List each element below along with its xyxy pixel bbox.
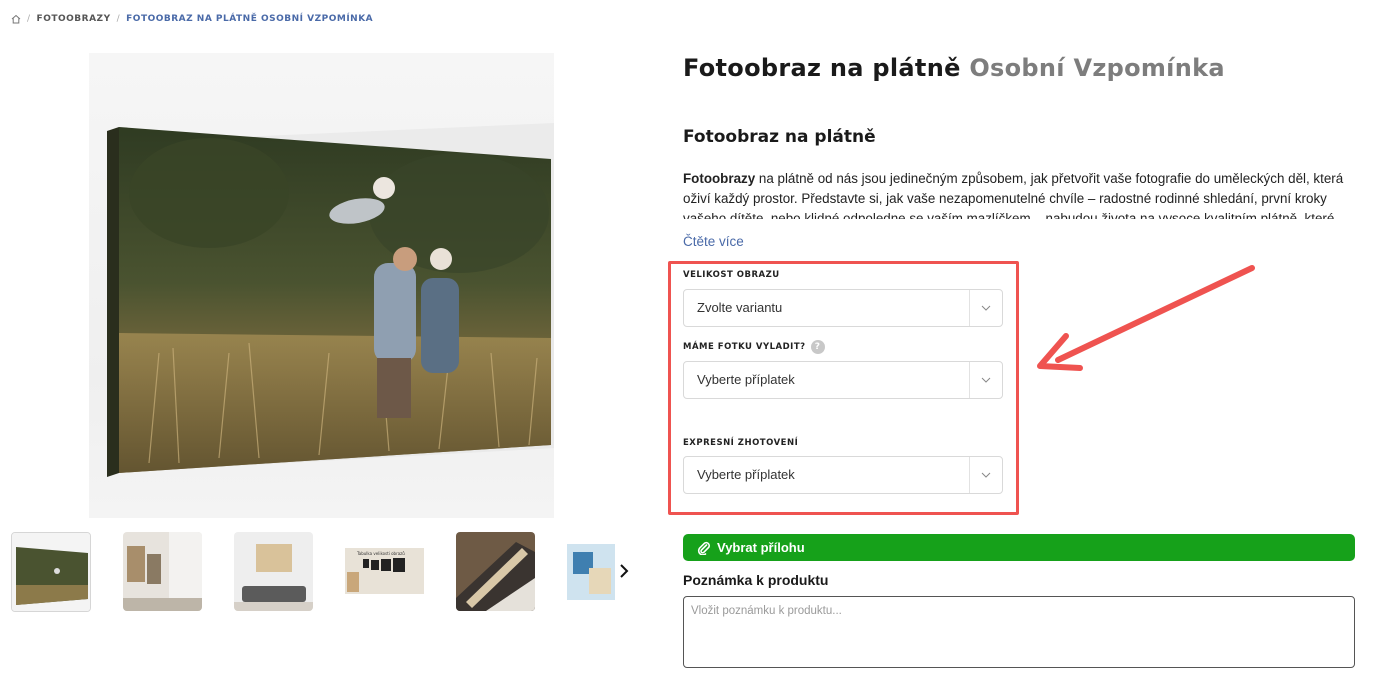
product-main-image[interactable]: [89, 53, 554, 518]
description-text: na plátně od nás jsou jedinečným způsobe…: [683, 171, 1344, 219]
product-title: Fotoobraz na plátně Osobní Vzpomínka: [683, 54, 1225, 82]
thumbnail-image: [12, 533, 90, 611]
canvas-photo-illustration: [107, 123, 554, 477]
thumbnail-4[interactable]: Tabulka velikosti obrazů: [345, 532, 424, 611]
thumbnail-6[interactable]: [567, 532, 615, 611]
breadcrumb-item-fotoobrazy[interactable]: FOTOOBRAZY: [37, 14, 111, 24]
thumbnail-3[interactable]: [234, 532, 313, 611]
thumbnail-image: [567, 532, 615, 611]
thumbnail-image: [123, 532, 202, 611]
attach-file-label: Vybrat přílohu: [717, 540, 805, 555]
product-title-main: Fotoobraz na plátně: [683, 54, 961, 82]
thumbnail-image: [456, 532, 535, 611]
chevron-right-icon: [620, 564, 629, 578]
thumbnail-image: [234, 532, 313, 611]
breadcrumb: / FOTOOBRAZY / FOTOOBRAZ NA PLÁTNĚ OSOBN…: [11, 14, 373, 24]
product-title-sub: Osobní Vzpomínka: [969, 54, 1225, 82]
breadcrumb-item-current[interactable]: FOTOOBRAZ NA PLÁTNĚ OSOBNÍ VZPOMÍNKA: [126, 14, 373, 24]
description-heading: Fotoobraz na plátně: [683, 127, 876, 147]
paperclip-icon: [697, 541, 710, 555]
thumbnail-5[interactable]: [456, 532, 535, 611]
thumbnail-image: Tabulka velikosti obrazů: [345, 532, 424, 611]
thumbnail-strip: Tabulka velikosti obrazů: [11, 532, 615, 612]
options-highlight-box: [668, 261, 1019, 515]
thumbnail-1[interactable]: [11, 532, 91, 612]
home-icon[interactable]: [11, 14, 21, 24]
thumbnail-next-button[interactable]: [615, 558, 633, 584]
thumbnail-caption: Tabulka velikosti obrazů: [356, 551, 405, 556]
breadcrumb-separator: /: [27, 14, 31, 24]
note-label: Poznámka k produktu: [683, 572, 829, 588]
read-more-link[interactable]: Čtěte více: [683, 234, 744, 249]
description-lead: Fotoobrazy: [683, 171, 756, 186]
thumbnail-2[interactable]: [123, 532, 202, 611]
attach-file-button[interactable]: Vybrat přílohu: [683, 534, 1355, 561]
annotation-arrow-icon: [1037, 265, 1255, 371]
product-description: Fotoobrazy na plátně od nás jsou jedineč…: [683, 169, 1355, 219]
note-textarea[interactable]: [683, 596, 1355, 668]
breadcrumb-separator: /: [116, 14, 121, 24]
